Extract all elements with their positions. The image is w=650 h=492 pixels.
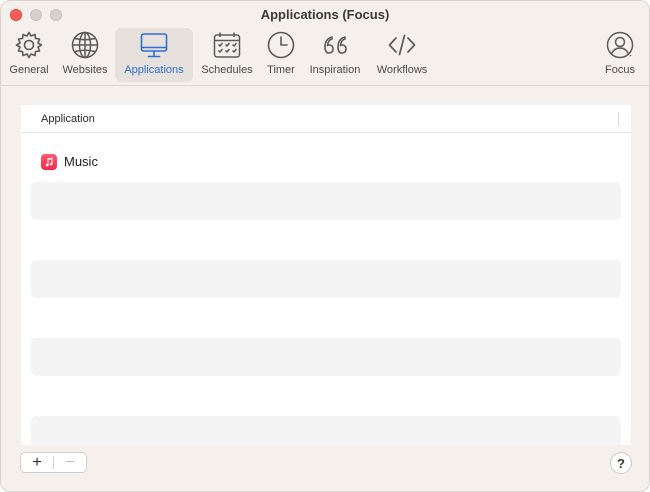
tab-timer[interactable]: Timer [261,28,301,82]
table-row-empty [31,182,621,220]
tab-applications-label: Applications [124,64,184,76]
person-circle-icon [602,28,638,62]
globe-icon [67,28,103,62]
account-label: Focus [605,64,635,76]
tab-general[interactable]: General [5,28,53,82]
remove-button[interactable]: − [54,453,86,472]
column-header-application[interactable]: Application [21,105,631,133]
quote-icon [317,28,353,62]
tab-inspiration-label: Inspiration [309,64,361,76]
gear-icon [11,28,47,62]
tab-schedules[interactable]: Schedules [197,28,257,82]
add-button[interactable]: + [21,453,53,472]
toolbar: General Websites Applications Schedules … [1,28,649,85]
music-app-icon [41,154,57,170]
table-row-empty [31,260,621,298]
clock-icon [263,28,299,62]
monitor-icon [136,28,172,62]
toolbar-divider [1,85,649,86]
tab-inspiration[interactable]: Inspiration [304,28,366,82]
tab-timer-label: Timer [267,64,295,76]
tab-schedules-label: Schedules [201,64,253,76]
table-row-empty [31,299,621,337]
add-remove-control: + − [20,452,87,473]
applications-table: Application Music [21,105,631,445]
table-row-empty [31,221,621,259]
tab-general-label: General [9,64,49,76]
tab-workflows[interactable]: Workflows [372,28,432,82]
app-window: Applications (Focus) General Websites Ap… [0,0,650,492]
table-row-empty [31,377,621,415]
tab-websites-label: Websites [62,64,108,76]
table-row[interactable]: Music [31,142,621,180]
window-title: Applications (Focus) [260,7,390,22]
code-icon [384,28,420,62]
help-button[interactable]: ? [610,452,632,474]
column-header-label: Application [41,113,95,125]
tab-workflows-label: Workflows [376,64,428,76]
tab-applications[interactable]: Applications [115,28,193,82]
calendar-icon [209,28,245,62]
tab-websites[interactable]: Websites [58,28,112,82]
table-row-empty [31,338,621,376]
column-separator [618,112,619,126]
account-menu[interactable]: Focus [597,28,643,82]
table-row-empty [31,416,621,445]
app-name: Music [64,154,98,169]
